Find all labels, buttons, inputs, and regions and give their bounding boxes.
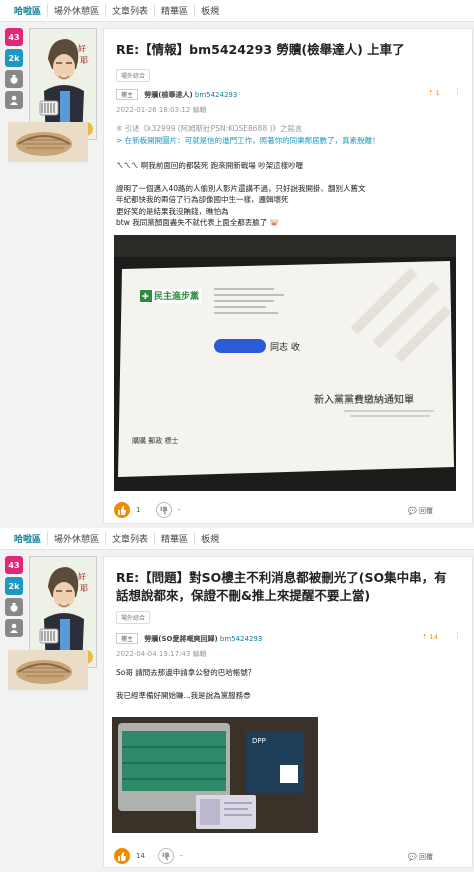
post-time: 2022-01-26 18:03:12 編輯 xyxy=(116,106,207,114)
level-badge: 43 xyxy=(5,556,23,574)
more-options-icon[interactable]: ⋮ xyxy=(454,631,461,639)
nav-tab-featured[interactable]: 精華區 xyxy=(154,4,194,17)
party-name: 民主進步黨 xyxy=(154,290,199,302)
nav-tab-offtopic[interactable]: 場外休憩區 xyxy=(47,4,105,17)
nav-tab-offtopic[interactable]: 場外休憩區 xyxy=(47,532,105,545)
svg-text:耶: 耶 xyxy=(80,584,88,593)
nav-tab-rules[interactable]: 板規 xyxy=(194,532,225,545)
envelope-photo[interactable]: ✚ 民主進步黨 同志 收 新入黨黨費繳納通知單 購購 郵政 標士 xyxy=(114,235,456,491)
thumbs-down-icon[interactable] xyxy=(158,848,174,864)
nav-tab-hala[interactable]: 哈啦區 xyxy=(8,532,47,545)
more-options-icon[interactable]: ⋮ xyxy=(454,87,461,95)
author-id[interactable]: bm5424293 xyxy=(195,91,237,99)
body-line: 更好笑的是結果我沒賄錢，瞧怕為 xyxy=(116,206,229,216)
gp-count: ⇡ 1 xyxy=(428,89,440,97)
body-line: 年紀都快我的兩倍了行為卻像國中生一樣，邏輯壞死 xyxy=(116,195,289,204)
body-line: ㄟㄟㄟ 啊我前面回的都裝死 跑來開新戰場 吵架這樣吵喔 xyxy=(116,161,304,170)
action-bar: 1 - 💬 回覆 xyxy=(104,497,472,523)
svg-text:✚: ✚ xyxy=(142,292,149,301)
nav-tab-hala[interactable]: 哈啦區 xyxy=(8,4,47,17)
post-body: So哥 請問去那邊申請拿公發的巴哈帳號？ 我已經準備好開始賺...我是說為黨服務… xyxy=(116,667,462,701)
svg-text:耶: 耶 xyxy=(80,56,88,65)
nav-tab-article-list[interactable]: 文章列表 xyxy=(105,4,154,17)
author-id[interactable]: bm5424293 xyxy=(220,635,262,643)
comment-icon: 💬 xyxy=(408,507,417,515)
gp-count: ⇡ 14 xyxy=(422,633,438,641)
reply-button[interactable]: 💬 回覆 xyxy=(408,852,433,862)
post-tag[interactable]: 場外綜合 xyxy=(116,69,151,82)
body-line: So哥 請問去那邊申請拿公發的巴哈帳號？ xyxy=(116,668,256,677)
body-line xyxy=(116,172,462,183)
like-count: 1 xyxy=(136,506,141,514)
quote-line[interactable]: > 在新板開開圖片：可就是信的進門工作，照著你的同樂鄰居數了，真素脫離！ xyxy=(116,135,462,147)
thumbs-up-icon[interactable] xyxy=(114,848,130,864)
envelope-footer: 購購 郵政 標士 xyxy=(132,436,178,445)
box-label: DPP xyxy=(252,737,266,745)
board-nav: 哈啦區 場外休憩區 文章列表 精華區 板規 xyxy=(0,0,474,22)
level-badge: 43 xyxy=(5,28,23,46)
gp-arrow-icon: ⇡ xyxy=(428,89,434,97)
signature-image xyxy=(8,650,88,690)
body-line: btw 我同黨顏面盡失不就代表上面全都丟臉了 🐷 xyxy=(116,218,279,227)
dislike-count: - xyxy=(180,852,183,860)
nav-tab-rules[interactable]: 板規 xyxy=(194,4,225,17)
action-bar: 14 - 💬 回覆 xyxy=(104,843,472,869)
post-card: RE:【情報】bm5424293 勞贖(檢舉達人) 上車了 場外綜合 樓主 勞贖… xyxy=(103,28,473,524)
post-tag[interactable]: 場外綜合 xyxy=(116,611,151,624)
board-nav: 哈啦區 場外休憩區 文章列表 精華區 板規 xyxy=(0,528,474,550)
thumbs-up-icon[interactable] xyxy=(114,502,130,518)
profile-icon xyxy=(5,91,23,109)
body-line xyxy=(116,679,462,690)
reply-button[interactable]: 💬 回覆 xyxy=(408,506,433,516)
post-body: ※ 引述《k32999 (阿姆斯壯PSN:KOSE8688 )》之銘言 > 在新… xyxy=(116,123,462,229)
floor-badge: 樓主 xyxy=(116,633,139,644)
floor-badge: 樓主 xyxy=(116,89,139,100)
post-card: RE:【問題】對SO樓主不利消息都被刪光了(SO集中串，有話想說都來，保證不刪&… xyxy=(103,556,473,868)
post-author-line: 樓主 勞贖(SO愛將嘅爽回歸) bm5424293 xyxy=(116,633,262,644)
thumbs-down-icon[interactable] xyxy=(156,502,172,518)
svg-text:好: 好 xyxy=(78,571,86,581)
envelope-notice: 新入黨黨費繳納通知單 xyxy=(314,393,414,406)
svg-text:好: 好 xyxy=(78,43,86,53)
gp-arrow-icon: ⇡ xyxy=(422,633,428,641)
signature-image xyxy=(8,122,88,162)
mask-photo[interactable]: DPP xyxy=(112,717,318,833)
gp-badge: 2k xyxy=(5,577,23,595)
post-time: 2022-04-04 19:17:43 編輯 xyxy=(116,650,207,658)
pig-emoji-icon: 🐷 xyxy=(269,218,279,227)
gp-badge: 2k xyxy=(5,49,23,67)
author-name[interactable]: 勞贖(檢舉達人) xyxy=(144,91,192,99)
envelope-recipient: 同志 收 xyxy=(270,341,300,353)
coin-bag-icon xyxy=(5,598,23,616)
like-count: 14 xyxy=(136,852,145,860)
dislike-count: - xyxy=(178,506,181,514)
post-title[interactable]: RE:【問題】對SO樓主不利消息都被刪光了(SO集中串，有話想說都來，保證不刪&… xyxy=(104,569,464,605)
comment-icon: 💬 xyxy=(408,853,417,861)
post-author-line: 樓主 勞贖(檢舉達人) bm5424293 xyxy=(116,89,237,100)
body-line: 我已經準備好開始賺...我是說為黨服務😎 xyxy=(116,690,251,700)
coin-bag-icon xyxy=(5,70,23,88)
quote-source: ※ 引述《k32999 (阿姆斯壯PSN:KOSE8688 )》之銘言 xyxy=(116,124,303,133)
nav-tab-featured[interactable]: 精華區 xyxy=(154,532,194,545)
author-name[interactable]: 勞贖(SO愛將嘅爽回歸) xyxy=(144,635,217,643)
nav-tab-article-list[interactable]: 文章列表 xyxy=(105,532,154,545)
post-title[interactable]: RE:【情報】bm5424293 勞贖(檢舉達人) 上車了 xyxy=(104,41,417,59)
profile-icon xyxy=(5,619,23,637)
body-line: 證明了一個邁入40路的人偷別人影片還講不過，只好說我開掛、翻別人舊文 xyxy=(116,183,366,193)
